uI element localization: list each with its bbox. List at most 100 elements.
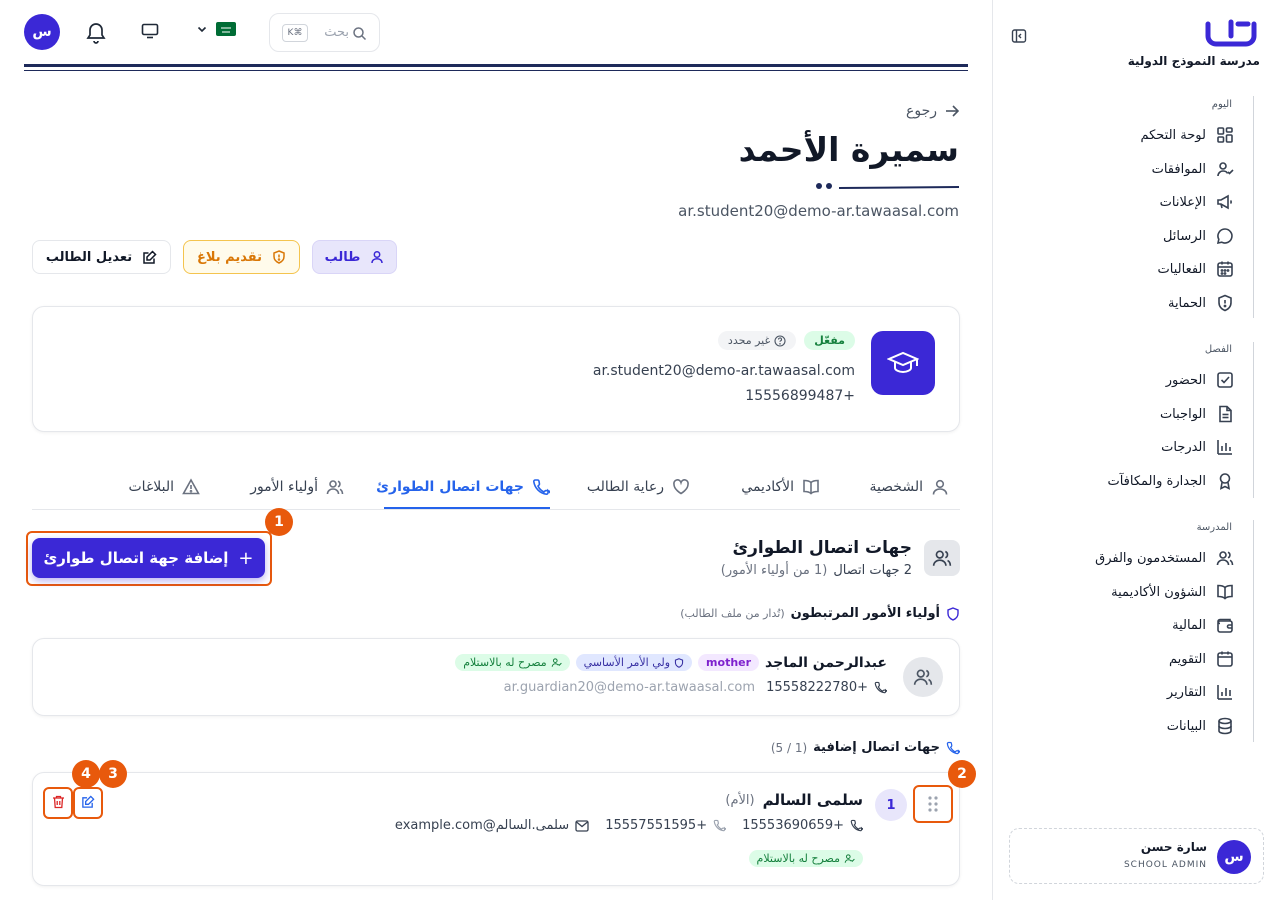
sidebar-item-announcements[interactable]: الإعلانات [1160,188,1234,216]
users-icon [903,657,943,697]
status-badges: مفعّل غير محدد [717,331,855,350]
guardian-header: عبدالرحمن الماجد mother ولي الأمر الأساس… [455,654,887,671]
tab-guardians[interactable]: أولياء الأمور [250,464,344,510]
sidebar-item-label: التقارير [1166,684,1206,700]
sidebar-item-events[interactable]: الفعاليات [1158,255,1234,283]
add-emergency-contact-button[interactable]: + إضافة جهة اتصال طوارئ [32,538,265,578]
drag-handle-icon[interactable] [925,795,941,813]
role-button[interactable]: طالب [312,240,397,274]
trash-icon[interactable] [52,795,65,809]
guardian-name: عبدالرحمن الماجد [765,654,887,671]
edit-icon [143,249,157,264]
tab-student-care[interactable]: رعاية الطالب [587,464,690,510]
dashboard-icon [1217,127,1233,143]
sidebar-item-label: لوحة التحكم [1140,127,1206,143]
collapse-sidebar-icon[interactable] [1011,28,1027,44]
current-user-card[interactable]: س سارة حسن SCHOOL ADMIN [1009,828,1264,884]
back-label: رجوع [905,103,937,119]
sidebar-item-calendar[interactable]: التقويم [1169,645,1234,673]
saudi-flag-icon [216,22,236,36]
book-icon [1217,584,1233,600]
user-check-icon [1217,162,1234,177]
sidebar-item-reports[interactable]: التقارير [1167,678,1234,706]
shield-icon [674,657,684,668]
school-name: مدرسة النموذج الدولية [1127,54,1260,68]
alert-icon [182,478,200,495]
shield-icon [1218,294,1232,312]
contact-pickup-badge-wrap: مصرح له بالاستلام [748,847,863,867]
bell-icon[interactable] [85,20,107,44]
submit-report-button[interactable]: تقديم بلاغ [183,240,300,274]
user-icon [371,251,384,264]
phone-icon [713,819,727,832]
emergency-contact-card[interactable]: 1 سلمى السالم (الأم) +15553690659 +15557… [32,772,960,886]
calendar-icon [1217,651,1233,667]
sidebar-item-merits[interactable]: الجدارة والمكافآت [1107,467,1234,495]
school-logo [1204,18,1260,48]
language-selector[interactable] [196,22,236,36]
avatar: س [1217,840,1251,874]
sidebar-item-users[interactable]: المستخدمون والفرق [1095,544,1234,572]
shield-icon [947,606,959,621]
guardian-card[interactable]: عبدالرحمن الماجد mother ولي الأمر الأساس… [32,638,960,716]
sidebar-item-label: الحضور [1165,372,1206,388]
sidebar-item-attendance[interactable]: الحضور [1166,366,1234,394]
sidebar-item-label: الحماية [1167,295,1206,311]
relation-badge: mother [698,654,760,671]
edit-student-button[interactable]: تعديل الطالب [32,240,171,274]
sidebar-item-label: الجدارة والمكافآت [1107,473,1206,489]
tab-academic[interactable]: الأكاديمي [741,464,820,510]
phone-icon [533,479,550,495]
sidebar-item-data[interactable]: البيانات [1167,712,1234,740]
contact-email: سلمى.السالم@example.com [394,818,570,833]
linked-guardians-header: أولياء الأمور المرتبطون (تُدار من ملف ال… [680,606,960,621]
back-link[interactable]: رجوع [906,103,959,119]
edit-icon[interactable] [81,795,95,809]
title-underline-decoration [815,182,961,192]
user-icon [932,479,948,495]
search-box[interactable]: K⌘ بحث [269,13,380,52]
contact-name: سلمى السالم [762,791,863,809]
users-icon [924,540,960,576]
page-title: سميرة الأحمد [738,130,959,169]
sidebar-item-finance[interactable]: المالية [1172,611,1234,639]
tab-emergency-contacts[interactable]: جهات اتصال الطوارئ [376,464,550,510]
arrow-right-icon [946,105,959,117]
sidebar-item-messages[interactable]: الرسائل [1163,222,1234,250]
search-input[interactable]: بحث [324,25,349,40]
annotation-badge: 4 [72,760,100,788]
sidebar-item-label: المالية [1172,617,1206,633]
guardian-email: ar.guardian20@demo-ar.tawaasal.com [503,680,755,695]
sidebar-item-grades[interactable]: الدرجات [1161,433,1234,461]
sidebar-item-approvals[interactable]: الموافقات [1152,155,1234,183]
sidebar-item-dashboard[interactable]: لوحة التحكم [1140,121,1234,149]
sidebar-item-academics[interactable]: الشؤون الأكاديمية [1111,578,1234,606]
search-icon [353,27,367,41]
tab-reports[interactable]: البلاغات [129,464,201,510]
users-icon [326,480,344,495]
annotation-badge: 2 [948,760,976,788]
user-name: سارة حسن [1140,840,1207,854]
users-icon [1216,551,1234,566]
contact-relation: (الأم) [725,792,755,808]
sidebar-item-label: التقويم [1168,651,1206,667]
sidebar-item-assignments[interactable]: الواجبات [1160,400,1234,428]
sidebar-item-safeguarding[interactable]: الحماية [1168,289,1234,317]
sidebar-item-label: الرسائل [1162,228,1206,244]
primary-guardian-badge: ولي الأمر الأساسي [575,654,693,671]
profile-phone: +15556899487 [745,388,855,404]
tabs-divider [32,509,960,510]
monitor-icon[interactable] [141,23,159,39]
sidebar-item-label: البيانات [1166,718,1206,734]
tab-personal[interactable]: الشخصية [869,464,949,510]
student-email: ar.student20@demo-ar.tawaasal.com [678,202,959,220]
contact-header: سلمى السالم (الأم) [725,791,863,809]
sidebar-item-label: الموافقات [1151,161,1206,177]
user-role: SCHOOL ADMIN [1123,860,1207,870]
sidebar-item-label: الإعلانات [1159,194,1206,210]
section-title: جهات اتصال الطوارئ [732,538,913,558]
search-shortcut: K⌘ [282,24,308,42]
graduation-cap-icon [871,331,935,395]
sidebar: مدرسة النموذج الدولية اليوم لوحة التحكم … [992,0,1280,900]
avatar[interactable]: س [24,14,60,50]
